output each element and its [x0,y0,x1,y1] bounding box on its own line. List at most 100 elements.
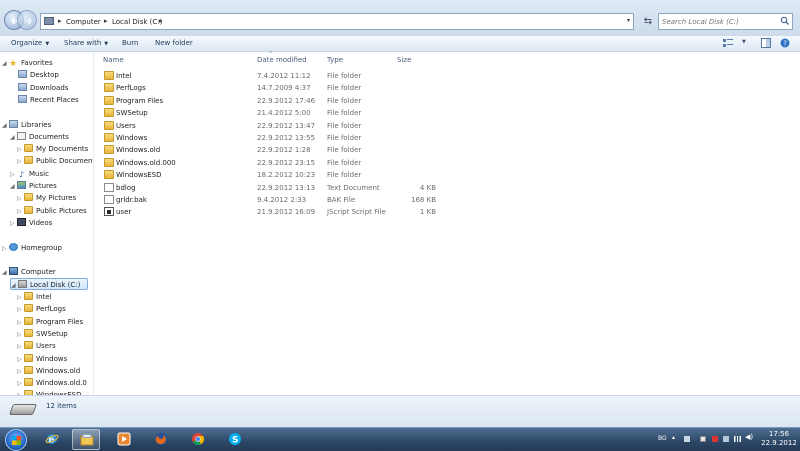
clock-time[interactable]: 17:56 [758,430,800,438]
firefox-icon [155,433,167,445]
address-bar[interactable]: ▸ Computer ▸ Local Disk (C:) ▸ ▾ [40,13,634,30]
file-row[interactable]: Windows 22.9.2012 13:55 File folder [104,132,444,144]
collapsed-arrow-icon[interactable]: ▷ [17,378,24,390]
collapsed-arrow-icon[interactable]: ▷ [17,156,24,168]
file-row[interactable]: Program Files 22.9.2012 17:46 File folder [104,95,444,107]
nav-downloads[interactable]: Downloads [18,82,68,94]
show-hidden-icons-icon[interactable]: ▴ [672,434,678,441]
nav-pictures[interactable]: ◢ Pictures [10,180,57,192]
file-row[interactable]: bdlog 22.9.2012 13:13 Text Document 4 KB [104,182,444,194]
taskbar-media-player[interactable] [110,429,138,450]
folder-icon [104,120,114,130]
collapsed-arrow-icon[interactable]: ▷ [17,317,24,329]
collapsed-arrow-icon[interactable]: ▷ [17,193,24,205]
nav-computer[interactable]: ◢ Computer [2,266,56,278]
new-folder-button[interactable]: New folder [155,39,193,47]
file-row[interactable]: user 21.9.2012 16:09 JScript Script File 1 … [104,206,444,218]
nav-libraries[interactable]: ◢ Libraries [2,119,51,131]
nav-public-pictures[interactable]: ▷ Public Pictures [17,205,87,217]
column-header-date-modified[interactable]: Date modified [257,56,307,64]
file-row[interactable]: WindowsESD 18.2.2012 10:23 File folder [104,169,444,181]
collapsed-arrow-icon[interactable]: ▷ [10,218,17,230]
power-icon[interactable] [723,436,729,442]
file-row[interactable]: Users 22.9.2012 13:47 File folder [104,120,444,132]
column-header-name[interactable]: Name [103,56,124,64]
file-name: Intel [116,72,132,80]
start-button[interactable] [5,429,27,451]
collapsed-arrow-icon[interactable]: ▷ [2,243,9,255]
nav-public-documents[interactable]: ▷ Public Documents [17,155,93,168]
breadcrumb-local-disk[interactable]: Local Disk (C:) [112,18,162,26]
organize-menu[interactable]: Organize ▼ [11,39,49,47]
nav-label: Computer [21,268,56,276]
file-type: File folder [327,158,362,167]
collapsed-arrow-icon[interactable]: ▷ [17,329,24,341]
nav-drive-folder[interactable]: ▷ Windows.old [17,365,80,377]
chevron-down-icon: ▼ [104,41,109,47]
chevron-right-icon[interactable]: ▸ [159,17,163,25]
collapsed-arrow-icon[interactable]: ▷ [17,304,24,316]
expand-arrow-icon[interactable]: ◢ [10,181,17,193]
file-row[interactable]: grldr.bak 9.4.2012 2:33 BAK File 168 KB [104,194,444,206]
change-view-icon[interactable] [722,38,734,48]
network-icon[interactable] [734,436,741,442]
taskbar-explorer[interactable] [72,429,100,450]
nav-favorites[interactable]: ◢ ★ Favorites [2,57,53,69]
breadcrumb-computer[interactable]: Computer [66,18,101,26]
nav-my-pictures[interactable]: ▷ My Pictures [17,192,76,204]
collapsed-arrow-icon[interactable]: ▷ [17,366,24,378]
preview-pane-icon[interactable] [761,38,771,48]
clock-date[interactable]: 22.9.2012 [758,439,800,447]
file-row[interactable]: Intel 7.4.2012 11:12 File folder [104,70,444,82]
nav-drive-folder[interactable]: ▷ Windows [17,353,67,365]
burn-button[interactable]: Burn [122,39,138,47]
taskbar-firefox[interactable] [147,429,175,450]
file-row[interactable]: PerfLogs 14.7.2009 4:37 File folder [104,82,444,94]
tray-app-icon[interactable] [684,436,690,442]
nav-desktop[interactable]: Desktop [18,69,59,81]
collapsed-arrow-icon[interactable]: ▷ [17,292,24,304]
nav-drive-folder[interactable]: ▷ Windows.old.0 [17,377,87,389]
expand-arrow-icon[interactable]: ◢ [2,267,9,279]
file-row[interactable]: SWSetup 21.4.2012 5:00 File folder [104,107,444,119]
refresh-button[interactable]: ⇆ [640,13,656,30]
language-indicator[interactable]: BG [658,435,667,442]
nav-recent-places[interactable]: Recent Places [18,94,79,106]
chevron-right-icon[interactable]: ▸ [104,17,108,25]
tray-flag-icon[interactable] [700,436,706,442]
collapsed-arrow-icon[interactable]: ▷ [17,341,24,353]
nav-drive-folder[interactable]: ▷ SWSetup [17,328,68,340]
chevron-right-icon[interactable]: ▸ [58,17,62,25]
nav-documents[interactable]: ◢ Documents [10,131,69,143]
taskbar-internet-explorer[interactable]: e [38,429,66,450]
search-box[interactable] [658,13,793,30]
nav-music[interactable]: ▷ ♪ Music [10,168,49,180]
expand-arrow-icon[interactable]: ◢ [10,132,17,144]
forward-button[interactable] [17,10,37,30]
nav-my-documents[interactable]: ▷ My Documents [17,143,88,155]
address-dropdown-icon[interactable]: ▾ [627,17,630,24]
volume-icon[interactable]: ◀) [745,433,753,441]
expand-arrow-icon[interactable]: ◢ [2,120,9,132]
nav-drive-folder[interactable]: ▷ Users [17,340,56,352]
collapsed-arrow-icon[interactable]: ▷ [17,354,24,366]
tray-security-icon[interactable] [712,436,718,442]
search-input[interactable] [662,15,772,28]
file-row[interactable]: Windows.old.000 22.9.2012 23:15 File folde… [104,157,444,169]
share-with-menu[interactable]: Share with ▼ [64,39,108,47]
nav-drive-folder[interactable]: ▷ Program Files [17,316,83,328]
view-options-chevron-icon[interactable]: ▼ [742,39,746,45]
nav-drive-folder[interactable]: ▷ Intel [17,291,52,303]
nav-drive-folder[interactable]: ▷ PerfLogs [17,303,66,315]
taskbar-chrome[interactable] [184,429,212,450]
nav-local-disk[interactable]: ◢ Local Disk (C:) [10,278,88,290]
expand-arrow-icon[interactable]: ◢ [2,58,9,70]
nav-videos[interactable]: ▷ Videos [10,217,52,229]
file-row[interactable]: Windows.old 22.9.2012 1:28 File folder [104,144,444,156]
nav-homegroup[interactable]: ▷ Homegroup [2,242,62,254]
folder-icon [24,353,33,362]
column-header-type[interactable]: Type [327,56,343,64]
help-icon[interactable]: ? [780,38,790,48]
column-header-size[interactable]: Size [397,56,411,64]
taskbar-skype[interactable]: S [221,429,249,450]
